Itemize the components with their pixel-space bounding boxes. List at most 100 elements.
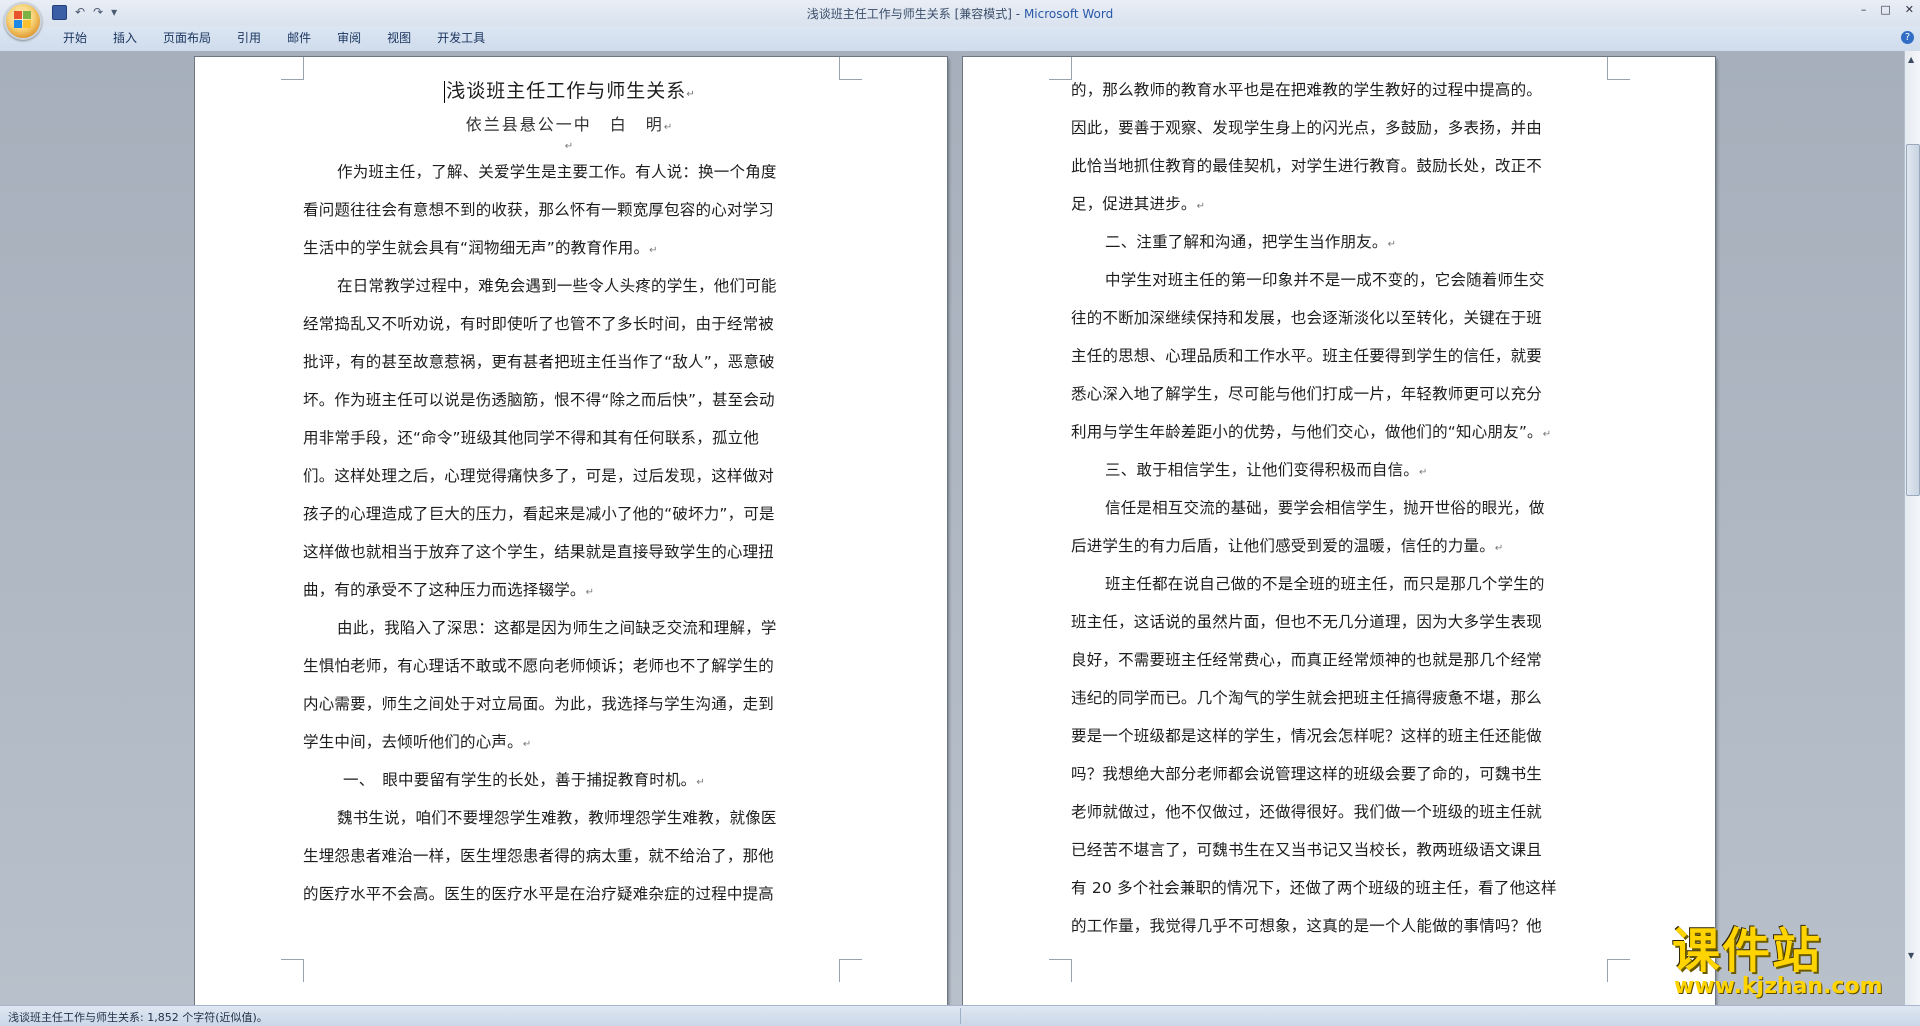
- text-line: 生埋怨患者难治一样，医生埋怨患者得的病太重，就不给治了，那他: [303, 837, 837, 875]
- text-line-content: 要是一个班级都是这样的学生，情况会怎样呢？这样的班主任还能做: [1071, 727, 1543, 745]
- text-line-content: 主任的思想、心理品质和工作水平。班主任要得到学生的信任，就要: [1071, 347, 1543, 365]
- tab-insert[interactable]: 插入: [100, 30, 150, 47]
- text-line-content: 孩子的心理造成了巨大的压力，看起来是减小了他的“破坏力”，可是: [303, 505, 775, 523]
- text-line: 后进学生的有力后盾，让他们感受到爱的温暖，信任的力量。↵: [1071, 527, 1609, 565]
- text-line-content: 二、注重了解和沟通，把学生当作朋友。: [1105, 233, 1388, 251]
- crop-mark: [281, 57, 304, 80]
- text-line-content: 学生中间，去倾听他们的心声。: [303, 733, 523, 751]
- page-left-text[interactable]: 浅谈班主任工作与师生关系↵ 依兰县悬公一中 白 明↵ ↵ 作为班主任，了解、关爱…: [303, 71, 837, 913]
- text-line-content: 坏。作为班主任可以说是伤透脑筋，恨不得“除之而后快”，甚至会动: [303, 391, 775, 409]
- paragraph-mark: ↵: [1196, 201, 1206, 212]
- text-line-content: 信任是相互交流的基础，要学会相信学生，抛开世俗的眼光，做: [1105, 499, 1545, 517]
- text-line-content: 们。这样处理之后，心理觉得痛快多了，可是，过后发现，这样做对: [303, 467, 775, 485]
- tab-developer[interactable]: 开发工具: [424, 30, 498, 47]
- ribbon-tabs: 开始 插入 页面布局 引用 邮件 审阅 视图 开发工具: [50, 30, 498, 47]
- text-line: 此恰当地抓住教育的最佳契机，对学生进行教育。鼓励长处，改正不: [1071, 147, 1609, 185]
- text-line: 往的不断加深继续保持和发展，也会逐渐淡化以至转化，关键在于班: [1071, 299, 1609, 337]
- text-line-content: 吗？我想绝大部分老师都会说管理这样的班级会要了命的，可魏书生: [1071, 765, 1543, 783]
- text-line: 主任的思想、心理品质和工作水平。班主任要得到学生的信任，就要: [1071, 337, 1609, 375]
- text-line-content: 足，促进其进步。: [1071, 195, 1197, 213]
- crop-mark: [1607, 57, 1630, 80]
- text-line: 看问题往往会有意想不到的收获，那么怀有一颗宽厚包容的心对学习: [303, 191, 837, 229]
- tab-view[interactable]: 视图: [374, 30, 424, 47]
- ribbon-tab-bar: 开始 插入 页面布局 引用 邮件 审阅 视图 开发工具 ?: [0, 26, 1920, 52]
- document-title: 浅谈班主任工作与师生关系↵: [303, 71, 837, 111]
- page-left[interactable]: 浅谈班主任工作与师生关系↵ 依兰县悬公一中 白 明↵ ↵ 作为班主任，了解、关爱…: [195, 57, 947, 1017]
- crop-mark: [281, 959, 304, 982]
- paragraph-mark: ↵: [522, 739, 532, 750]
- text-line: 魏书生说，咱们不要埋怨学生难教，教师埋怨学生难教，就像医: [303, 799, 837, 837]
- text-line-content: 已经苦不堪言了，可魏书生在又当书记又当校长，教两班级语文课且: [1071, 841, 1543, 859]
- text-line: 的，那么教师的教育水平也是在把难教的学生教好的过程中提高的。: [1071, 71, 1609, 109]
- text-line-content: 一、 眼中要留有学生的长处，善于捕捉教育时机。: [343, 771, 697, 789]
- text-line-content: 魏书生说，咱们不要埋怨学生难教，教师埋怨学生难教，就像医: [337, 809, 777, 827]
- document-workspace: 浅谈班主任工作与师生关系↵ 依兰县悬公一中 白 明↵ ↵ 作为班主任，了解、关爱…: [0, 51, 1905, 1017]
- text-line-content: 用非常手段，还“命令”班级其他同学不得和其有任何联系，孤立他: [303, 429, 760, 447]
- page-right[interactable]: 的，那么教师的教育水平也是在把难教的学生教好的过程中提高的。 因此，要善于观察、发…: [963, 57, 1715, 1017]
- paragraph-mark: ↵: [1542, 429, 1552, 440]
- minimize-button[interactable]: –: [1861, 3, 1867, 16]
- text-line: 有 20 多个社会兼职的情况下，还做了两个班级的班主任，看了他这样: [1071, 869, 1609, 907]
- close-button[interactable]: ✕: [1905, 3, 1914, 16]
- text-line-content: 利用与学生年龄差距小的优势，与他们交心，做他们的“知心朋友”。: [1071, 423, 1543, 441]
- crop-mark: [1607, 959, 1630, 982]
- text-line-content: 因此，要善于观察、发现学生身上的闪光点，多鼓励，多表扬，并由: [1071, 119, 1543, 137]
- text-line: 学生中间，去倾听他们的心声。↵: [303, 723, 837, 761]
- maximize-button[interactable]: □: [1880, 3, 1890, 16]
- text-line: 生惧怕老师，有心理话不敢或不愿向老师倾诉；老师也不了解学生的: [303, 647, 837, 685]
- text-line: 在日常教学过程中，难免会遇到一些令人头疼的学生，他们可能: [303, 267, 837, 305]
- crop-mark: [839, 57, 862, 80]
- text-line: 批评，有的甚至故意惹祸，更有甚者把班主任当作了“敌人”，恶意破: [303, 343, 837, 381]
- text-line: 足，促进其进步。↵: [1071, 185, 1609, 223]
- paragraph-mark: ↵: [663, 122, 675, 133]
- text-line: 这样做也就相当于放弃了这个学生，结果就是直接导致学生的心理扭: [303, 533, 837, 571]
- crop-mark: [1049, 959, 1072, 982]
- tab-page-layout[interactable]: 页面布局: [150, 30, 224, 47]
- tab-home[interactable]: 开始: [50, 30, 100, 47]
- app-name: Microsoft Word: [1023, 7, 1114, 21]
- text-line-content: 曲，有的承受不了这种压力而选择辍学。: [303, 581, 586, 599]
- document-author: 依兰县悬公一中 白 明↵: [303, 111, 837, 139]
- scroll-down-arrow-icon[interactable]: ▼: [1908, 951, 1914, 960]
- text-line-content: 的医疗水平不会高。医生的医疗水平是在治疗疑难杂症的过程中提高: [303, 885, 775, 903]
- text-line: 曲，有的承受不了这种压力而选择辍学。↵: [303, 571, 837, 609]
- window-title: 浅谈班主任工作与师生关系 [兼容模式] - Microsoft Word: [0, 5, 1920, 22]
- text-line-content: 经常捣乱又不听劝说，有时即使听了也管不了多长时间，由于经常被: [303, 315, 775, 333]
- text-line: 二、注重了解和沟通，把学生当作朋友。↵: [1071, 223, 1609, 261]
- page-right-text[interactable]: 的，那么教师的教育水平也是在把难教的学生教好的过程中提高的。 因此，要善于观察、发…: [1071, 71, 1609, 945]
- office-button[interactable]: [4, 2, 42, 40]
- text-line: 中学生对班主任的第一印象并不是一成不变的，它会随着师生交: [1071, 261, 1609, 299]
- text-line-content: 作为班主任，了解、关爱学生是主要工作。有人说：换一个角度: [337, 163, 777, 181]
- text-line-content: 良好，不需要班主任经常费心，而真正经常烦神的也就是那几个经常: [1071, 651, 1543, 669]
- paragraph-mark: ↵: [1419, 467, 1428, 478]
- text-line: 吗？我想绝大部分老师都会说管理这样的班级会要了命的，可魏书生: [1071, 755, 1609, 793]
- text-line-content: 违纪的同学而已。几个淘气的学生就会把班主任搞得疲惫不堪，那么: [1071, 689, 1543, 707]
- text-line-content: 三、敢于相信学生，让他们变得积极而自信。: [1105, 461, 1420, 479]
- text-line-content: 生埋怨患者难治一样，医生埋怨患者得的病太重，就不给治了，那他: [303, 847, 775, 865]
- text-line: 良好，不需要班主任经常费心，而真正经常烦神的也就是那几个经常: [1071, 641, 1609, 679]
- scroll-up-arrow-icon[interactable]: ▲: [1908, 55, 1914, 64]
- tab-mailings[interactable]: 邮件: [274, 30, 324, 47]
- text-line: 悉心深入地了解学生，尽可能与他们打成一片，年轻教师更可以充分: [1071, 375, 1609, 413]
- watermark-url: www.kjzhan.com: [1674, 974, 1883, 999]
- text-line: 的医疗水平不会高。医生的医疗水平是在治疗疑难杂症的过程中提高: [303, 875, 837, 913]
- text-line-content: 的工作量，我觉得几乎不可想象，这真的是一个人能做的事情吗？他: [1071, 917, 1543, 935]
- status-divider: [960, 1008, 961, 1024]
- text-line: 班主任，这话说的虽然片面，但也不无几分道理，因为大多学生表现: [1071, 603, 1609, 641]
- title-separator: -: [1011, 7, 1024, 21]
- text-line-content: 老师就做过，他不仅做过，还做得很好。我们做一个班级的班主任就: [1071, 803, 1543, 821]
- text-line: 信任是相互交流的基础，要学会相信学生，抛开世俗的眼光，做: [1071, 489, 1609, 527]
- document-name: 浅谈班主任工作与师生关系 [兼容模式]: [806, 7, 1012, 21]
- text-line-content: 这样做也就相当于放弃了这个学生，结果就是直接导致学生的心理扭: [303, 543, 775, 561]
- tab-references[interactable]: 引用: [224, 30, 274, 47]
- text-line-content: 看问题往往会有意想不到的收获，那么怀有一颗宽厚包容的心对学习: [303, 201, 775, 219]
- vertical-scrollbar[interactable]: ▲ ▼: [1904, 51, 1920, 1005]
- paragraph-mark: ↵: [696, 777, 705, 788]
- watermark: 课件站 www.kjzhan.com: [1672, 925, 1902, 1003]
- scrollbar-thumb[interactable]: [1906, 144, 1920, 496]
- text-line-content: 的，那么教师的教育水平也是在把难教的学生教好的过程中提高的。: [1071, 81, 1543, 99]
- status-text: 浅谈班主任工作与师生关系: 1,852 个字符(近似值)。: [8, 1011, 268, 1024]
- help-icon[interactable]: ?: [1901, 31, 1914, 44]
- crop-mark: [839, 959, 862, 982]
- tab-review[interactable]: 审阅: [324, 30, 374, 47]
